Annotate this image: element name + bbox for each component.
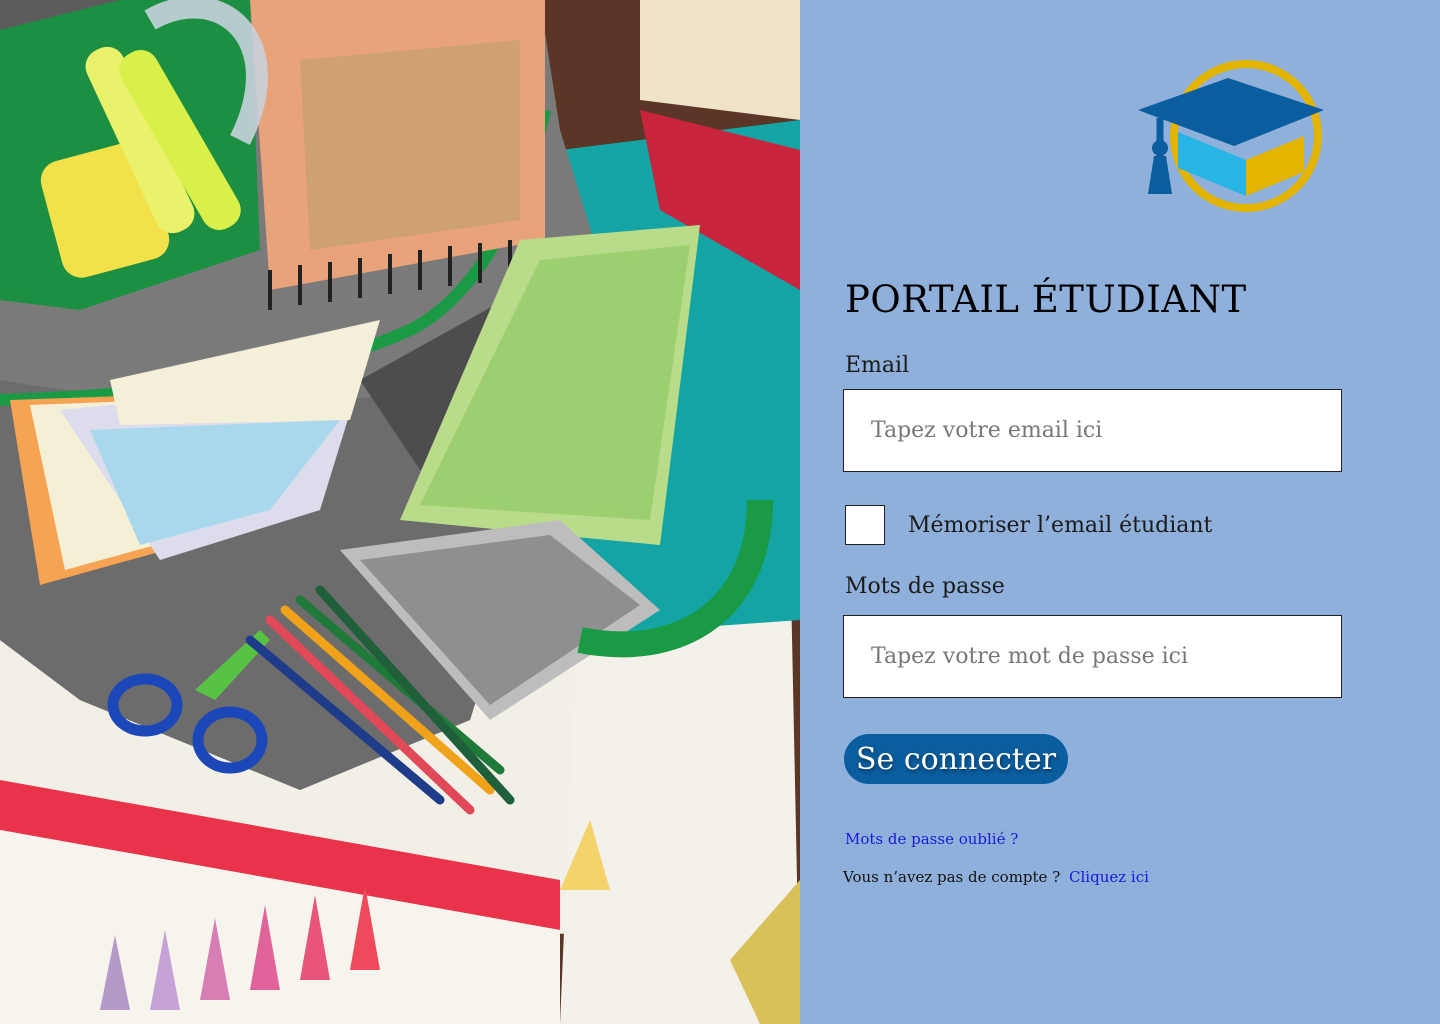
signup-link[interactable]: Cliquez ici bbox=[1069, 868, 1149, 886]
email-field[interactable] bbox=[843, 389, 1342, 472]
remember-row: Mémoriser l’email étudiant bbox=[845, 505, 1212, 545]
page-title: PORTAIL ÉTUDIANT bbox=[845, 278, 1247, 321]
graduation-cap-icon bbox=[1136, 56, 1326, 214]
email-label: Email bbox=[845, 353, 910, 378]
forgot-password-link[interactable]: Mots de passe oublié ? bbox=[845, 830, 1018, 848]
remember-email-checkbox[interactable] bbox=[845, 505, 885, 545]
login-button[interactable]: Se connecter bbox=[844, 734, 1069, 784]
password-label: Mots de passe bbox=[845, 574, 1005, 599]
signup-row: Vous n’avez pas de compte ? Cliquez ici bbox=[843, 868, 1149, 886]
signup-text: Vous n’avez pas de compte ? bbox=[843, 868, 1061, 886]
password-field[interactable] bbox=[843, 615, 1342, 698]
hero-photo bbox=[0, 0, 800, 1024]
login-panel: PORTAIL ÉTUDIANT Email Mémoriser l’email… bbox=[800, 0, 1440, 1024]
remember-email-label: Mémoriser l’email étudiant bbox=[908, 512, 1213, 538]
school-supplies-illustration bbox=[0, 0, 800, 1024]
